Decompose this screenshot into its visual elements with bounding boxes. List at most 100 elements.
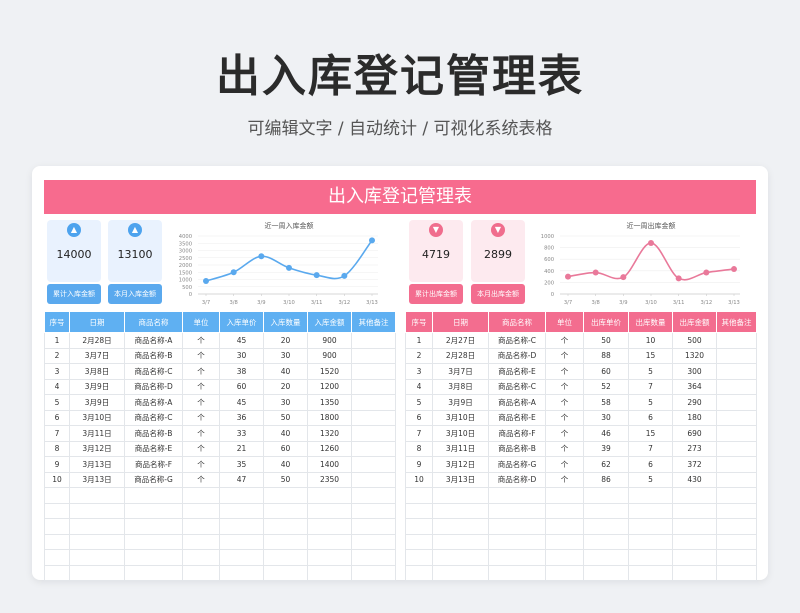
table-cell[interactable] xyxy=(351,440,396,457)
table-cell[interactable]: 60 xyxy=(219,378,264,395)
table-cell[interactable] xyxy=(219,502,264,519)
table-cell[interactable] xyxy=(351,409,396,426)
table-cell[interactable] xyxy=(307,549,352,566)
table-cell[interactable] xyxy=(545,533,584,550)
column-header[interactable]: 其他备注 xyxy=(351,311,396,333)
column-header[interactable]: 出库单价 xyxy=(583,311,629,333)
outbound-month-button[interactable]: 本月出库金额 xyxy=(471,284,525,304)
table-cell[interactable] xyxy=(432,518,489,535)
table-cell[interactable]: 62 xyxy=(583,456,629,473)
table-cell[interactable]: 1 xyxy=(405,332,433,349)
table-cell[interactable]: 8 xyxy=(44,440,70,457)
table-cell[interactable] xyxy=(263,502,308,519)
table-cell[interactable] xyxy=(307,518,352,535)
table-cell[interactable] xyxy=(351,378,396,395)
table-cell[interactable]: 商品名称-E xyxy=(488,363,546,380)
table-cell[interactable]: 个 xyxy=(545,332,584,349)
table-cell[interactable]: 商品名称-D xyxy=(488,347,546,364)
table-row[interactable]: 10 3月13日 商品名称-D 个 86 5 430 xyxy=(405,471,757,488)
column-header[interactable]: 入库金额 xyxy=(307,311,352,333)
table-cell[interactable] xyxy=(263,533,308,550)
table-cell[interactable]: 个 xyxy=(545,440,584,457)
table-cell[interactable] xyxy=(219,564,264,581)
table-cell[interactable] xyxy=(432,549,489,566)
table-cell[interactable] xyxy=(219,487,264,504)
table-cell[interactable]: 2 xyxy=(44,347,70,364)
table-cell[interactable]: 3月7日 xyxy=(432,363,489,380)
table-cell[interactable]: 6 xyxy=(628,409,673,426)
table-cell[interactable] xyxy=(405,564,433,581)
table-row[interactable]: 10 3月13日 商品名称-G 个 47 50 2350 xyxy=(44,471,396,488)
table-cell[interactable]: 86 xyxy=(583,471,629,488)
column-header[interactable]: 序号 xyxy=(44,311,70,333)
table-cell[interactable] xyxy=(628,518,673,535)
table-cell[interactable] xyxy=(351,456,396,473)
table-cell[interactable]: 36 xyxy=(219,409,264,426)
table-cell[interactable]: 商品名称-C xyxy=(124,363,183,380)
table-cell[interactable]: 58 xyxy=(583,394,629,411)
table-cell[interactable]: 3月10日 xyxy=(69,409,125,426)
table-cell[interactable]: 30 xyxy=(583,409,629,426)
table-row[interactable] xyxy=(405,502,757,519)
table-cell[interactable]: 个 xyxy=(182,394,220,411)
table-cell[interactable]: 3 xyxy=(44,363,70,380)
table-row[interactable]: 7 3月11日 商品名称-B 个 33 40 1320 xyxy=(44,425,396,442)
table-cell[interactable]: 商品名称-B xyxy=(124,347,183,364)
table-cell[interactable] xyxy=(44,518,70,535)
inbound-total-button[interactable]: 累计入库金额 xyxy=(47,284,101,304)
table-cell[interactable] xyxy=(716,347,757,364)
table-row[interactable]: 8 3月12日 商品名称-E 个 21 60 1260 xyxy=(44,440,396,457)
table-cell[interactable]: 60 xyxy=(263,440,308,457)
table-cell[interactable]: 6 xyxy=(44,409,70,426)
table-cell[interactable]: 3月13日 xyxy=(69,471,125,488)
table-cell[interactable] xyxy=(716,564,757,581)
table-row[interactable] xyxy=(44,549,396,566)
table-cell[interactable] xyxy=(44,533,70,550)
table-cell[interactable] xyxy=(432,487,489,504)
table-cell[interactable]: 个 xyxy=(182,332,220,349)
column-header[interactable]: 出库金额 xyxy=(672,311,717,333)
table-row[interactable]: 6 3月10日 商品名称-E 个 30 6 180 xyxy=(405,409,757,426)
table-cell[interactable]: 个 xyxy=(545,363,584,380)
table-cell[interactable] xyxy=(263,564,308,581)
table-cell[interactable] xyxy=(672,502,717,519)
table-cell[interactable]: 30 xyxy=(263,394,308,411)
table-row[interactable] xyxy=(405,518,757,535)
table-row[interactable]: 1 2月28日 商品名称-A 个 45 20 900 xyxy=(44,332,396,349)
table-cell[interactable] xyxy=(716,378,757,395)
inbound-month-button[interactable]: 本月入库金额 xyxy=(108,284,162,304)
table-row[interactable] xyxy=(405,487,757,504)
column-header[interactable]: 其他备注 xyxy=(716,311,757,333)
table-cell[interactable]: 商品名称-G xyxy=(488,456,546,473)
table-cell[interactable] xyxy=(716,471,757,488)
table-cell[interactable] xyxy=(545,564,584,581)
table-cell[interactable]: 300 xyxy=(672,363,717,380)
table-cell[interactable] xyxy=(69,487,125,504)
table-cell[interactable]: 个 xyxy=(182,425,220,442)
table-cell[interactable] xyxy=(488,533,546,550)
table-cell[interactable] xyxy=(124,487,183,504)
table-cell[interactable]: 20 xyxy=(263,332,308,349)
table-cell[interactable]: 商品名称-A xyxy=(488,394,546,411)
table-cell[interactable]: 5 xyxy=(44,394,70,411)
table-cell[interactable] xyxy=(263,487,308,504)
table-cell[interactable]: 个 xyxy=(545,409,584,426)
table-cell[interactable]: 30 xyxy=(219,347,264,364)
table-cell[interactable]: 商品名称-B xyxy=(124,425,183,442)
table-cell[interactable] xyxy=(405,487,433,504)
table-cell[interactable] xyxy=(672,518,717,535)
table-cell[interactable] xyxy=(488,564,546,581)
table-cell[interactable] xyxy=(583,533,629,550)
table-cell[interactable] xyxy=(672,549,717,566)
table-cell[interactable]: 2月27日 xyxy=(432,332,489,349)
table-row[interactable]: 3 3月8日 商品名称-C 个 38 40 1520 xyxy=(44,363,396,380)
table-cell[interactable] xyxy=(716,394,757,411)
table-cell[interactable]: 4 xyxy=(405,378,433,395)
table-cell[interactable]: 3月12日 xyxy=(69,440,125,457)
table-row[interactable]: 4 3月9日 商品名称-D 个 60 20 1200 xyxy=(44,378,396,395)
table-cell[interactable] xyxy=(716,425,757,442)
table-cell[interactable]: 个 xyxy=(182,378,220,395)
table-cell[interactable]: 900 xyxy=(307,332,352,349)
table-cell[interactable] xyxy=(488,487,546,504)
table-cell[interactable] xyxy=(44,502,70,519)
